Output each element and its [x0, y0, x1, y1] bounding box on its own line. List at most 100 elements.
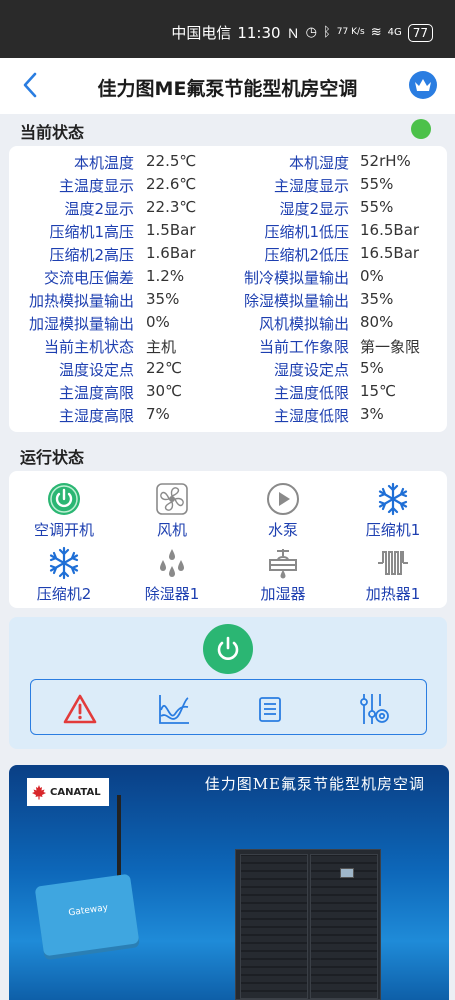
status-row: 加湿模拟量输出 0% 风机模拟输出 80% [9, 313, 447, 336]
run-item-label: 风机 [156, 521, 187, 539]
status-label: 本机湿度 [288, 154, 349, 172]
cabinet-door [240, 854, 308, 999]
status-label: 制冷模拟量输出 [243, 269, 349, 287]
ac-cabinet-image [235, 849, 381, 1000]
status-value: 7% [146, 405, 170, 423]
status-row: 加热模拟量输出 35% 除湿模拟量输出 35% [9, 290, 447, 313]
run-item-dehumidifier-1: 除湿器1 [122, 545, 222, 604]
product-banner: CANATAL 佳力图ME氟泵节能型机房空调 Gateway [9, 765, 449, 1000]
run-item-humidifier: 加湿器 [233, 545, 333, 604]
run-item-pump: 水泵 [233, 481, 333, 540]
status-label: 本机温度 [73, 154, 134, 172]
settings-button[interactable] [357, 692, 391, 726]
status-value: 1.5Bar [146, 221, 196, 239]
status-label: 加湿模拟量输出 [28, 315, 134, 333]
run-item-label: 压缩机1 [365, 521, 421, 539]
heater-icon [343, 545, 443, 581]
status-label: 压缩机2高压 [49, 246, 134, 264]
status-row: 当前主机状态 主机 当前工作象限 第一象限 [9, 336, 447, 359]
status-row: 温度2显示 22.3℃ 湿度2显示 55% [9, 198, 447, 221]
status-value: 主机 [146, 338, 177, 356]
run-item-label: 加湿器 [260, 585, 306, 603]
pump-icon [233, 481, 333, 517]
app-header: 佳力图ME氟泵节能型机房空调 [0, 58, 455, 114]
status-value: 5% [360, 359, 384, 377]
status-row: 压缩机2高压 1.6Bar 压缩机2低压 16.5Bar [9, 244, 447, 267]
status-value: 16.5Bar [360, 244, 420, 262]
status-value: 35% [360, 290, 394, 308]
status-label: 压缩机2低压 [264, 246, 349, 264]
gateway-label: Gateway [67, 903, 109, 919]
status-label: 主温度低限 [273, 384, 349, 402]
status-value: 22.5℃ [146, 152, 197, 170]
maple-leaf-icon [32, 785, 46, 800]
power-button[interactable] [203, 624, 253, 674]
run-item-label: 除湿器1 [144, 585, 200, 603]
status-label: 主温度显示 [58, 177, 134, 195]
alarm-button[interactable] [63, 692, 97, 726]
status-label: 除湿模拟量输出 [243, 292, 349, 310]
cabinet-screen [340, 868, 354, 878]
list-icon [259, 697, 281, 722]
list-button[interactable] [253, 692, 287, 726]
status-value: 0% [360, 267, 384, 285]
chart-button[interactable] [157, 692, 191, 726]
status-card: 本机温度 22.5℃ 本机湿度 52rH% 主温度显示 22.6℃ 主湿度显示 … [9, 146, 447, 432]
status-value: 1.6Bar [146, 244, 196, 262]
status-label: 风机模拟输出 [258, 315, 349, 333]
status-label: 主温度高限 [58, 384, 134, 402]
status-value: 22.6℃ [146, 175, 197, 193]
status-label: 温度2显示 [64, 200, 134, 218]
status-row: 压缩机1高压 1.5Bar 压缩机1低压 16.5Bar [9, 221, 447, 244]
status-label: 主湿度高限 [58, 407, 134, 425]
status-value: 3% [360, 405, 384, 423]
status-value: 55% [360, 198, 394, 216]
signal-icon: 4G [387, 27, 402, 38]
run-status-title: 运行状态 [20, 448, 85, 467]
status-label: 主湿度显示 [273, 177, 349, 195]
current-status-title: 当前状态 [20, 123, 85, 142]
run-item-heater-1: 加热器1 [343, 545, 443, 604]
run-item-label: 空调开机 [33, 521, 94, 539]
status-value: 15℃ [360, 382, 396, 400]
brand-logo: CANATAL [27, 778, 109, 806]
status-label: 当前主机状态 [43, 338, 134, 356]
status-label: 压缩机1高压 [49, 223, 134, 241]
control-panel [9, 617, 447, 749]
run-status-card: 空调开机 风机 水泵 压缩机1 压缩机2 除湿器1 加湿器 加热器1 [9, 471, 447, 608]
snowflake-icon [343, 481, 443, 517]
net-speed: 77 K/s [336, 27, 365, 37]
online-indicator [411, 119, 431, 139]
status-value: 第一象限 [360, 338, 421, 356]
status-bar: 中国电信 11:30 Ｎ ◷ ᛒ 77 K/s ≋ 4G 77 [0, 0, 455, 58]
status-value: 30℃ [146, 382, 182, 400]
run-item-fan: 风机 [122, 481, 222, 540]
page-title: 佳力图ME氟泵节能型机房空调 [97, 78, 358, 100]
snowflake-icon [14, 545, 114, 581]
status-value: 1.2% [146, 267, 185, 285]
status-value: 55% [360, 175, 394, 193]
status-label: 温度设定点 [58, 361, 134, 379]
settings-sliders-icon [360, 694, 389, 724]
crown-icon[interactable] [409, 71, 437, 99]
chart-icon [159, 695, 189, 724]
logo-text: CANATAL [50, 786, 101, 798]
clock: 11:30 [237, 23, 281, 42]
status-value: 35% [146, 290, 180, 308]
bluetooth-icon: ᛒ [322, 25, 331, 40]
run-item-label: 水泵 [267, 521, 298, 539]
status-label: 压缩机1低压 [264, 223, 349, 241]
alarm-icon [63, 694, 97, 724]
status-value: 22.3℃ [146, 198, 197, 216]
status-label: 当前工作象限 [258, 338, 349, 356]
status-label: 交流电压偏差 [43, 269, 134, 287]
fan-icon [122, 481, 222, 517]
status-value: 0% [146, 313, 170, 331]
droplets-icon [122, 545, 222, 581]
power-on-icon [14, 481, 114, 517]
status-row: 交流电压偏差 1.2% 制冷模拟量输出 0% [9, 267, 447, 290]
nfc-icon: Ｎ [286, 27, 300, 42]
run-item-compressor-1: 压缩机1 [343, 481, 443, 540]
status-label: 加热模拟量输出 [28, 292, 134, 310]
run-item-ac-power: 空调开机 [14, 481, 114, 540]
